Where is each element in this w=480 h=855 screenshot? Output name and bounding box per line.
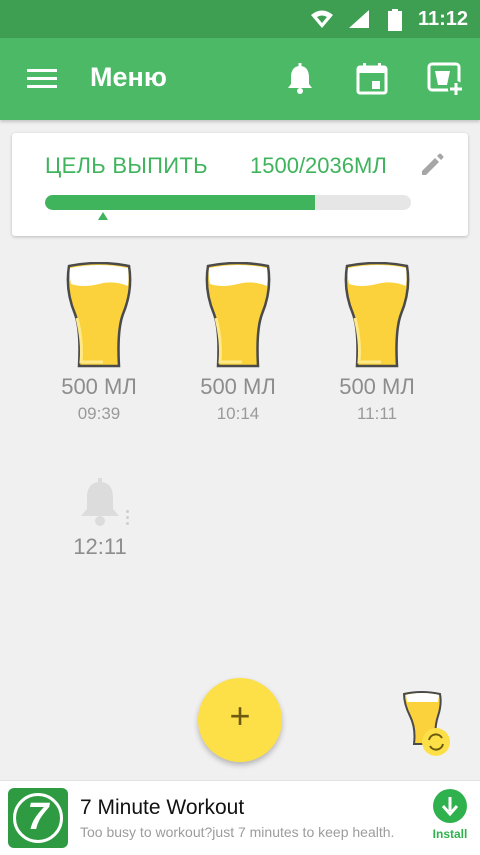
app-toolbar: Меню [0, 38, 480, 120]
switch-cup-icon[interactable] [398, 690, 454, 756]
wifi-icon [311, 10, 333, 28]
status-bar: 11:12 [0, 0, 480, 38]
goal-value: 1500/2036МЛ [250, 153, 387, 178]
drink-record[interactable]: 500 МЛ 11:11 [317, 262, 437, 424]
progress-marker [98, 212, 108, 220]
drink-amount: 500 МЛ [200, 374, 276, 399]
drink-time: 10:14 [216, 404, 260, 423]
more-options-icon[interactable] [126, 510, 130, 528]
hamburger-icon[interactable] [22, 59, 62, 99]
add-cup-icon[interactable] [425, 59, 465, 99]
drink-record[interactable]: 500 МЛ 10:14 [178, 262, 298, 424]
ad-subtitle: Too busy to workout?just 7 minutes to ke… [80, 824, 395, 840]
drink-amount: 500 МЛ [61, 374, 137, 399]
page-title: Меню [90, 62, 167, 92]
add-drink-button[interactable]: + [198, 678, 282, 762]
reminder-time: 12:11 [73, 534, 127, 559]
bell-icon[interactable] [280, 59, 320, 99]
drink-record[interactable]: 500 МЛ 09:39 [39, 262, 159, 424]
ad-banner[interactable]: 7 7 Minute Workout Too busy to workout?j… [0, 780, 480, 855]
pencil-icon[interactable] [418, 151, 446, 179]
drink-time: 11:11 [356, 404, 398, 423]
download-icon [433, 789, 467, 823]
signal-icon [349, 10, 369, 28]
beer-glass-icon [205, 262, 271, 368]
goal-label: ЦЕЛЬ ВЫПИТЬ [45, 153, 208, 178]
plus-icon: + [229, 695, 251, 736]
beer-glass-icon [66, 262, 132, 368]
ad-title: 7 Minute Workout [80, 796, 245, 819]
app-logo: 7 [8, 788, 68, 848]
logo-number: 7 [27, 796, 49, 838]
calendar-icon[interactable] [352, 59, 392, 99]
install-button[interactable]: Install [430, 789, 470, 841]
drink-time: 09:39 [77, 404, 121, 423]
goal-card: ЦЕЛЬ ВЫПИТЬ 1500/2036МЛ [12, 133, 468, 236]
goal-progress-fill [45, 195, 315, 210]
beer-glass-icon [344, 262, 410, 368]
bell-icon [81, 478, 119, 526]
drink-amount: 500 МЛ [339, 374, 415, 399]
clock: 11:12 [417, 8, 468, 30]
goal-progress-bar [45, 195, 411, 210]
battery-icon [388, 9, 402, 31]
install-label: Install [432, 827, 468, 841]
